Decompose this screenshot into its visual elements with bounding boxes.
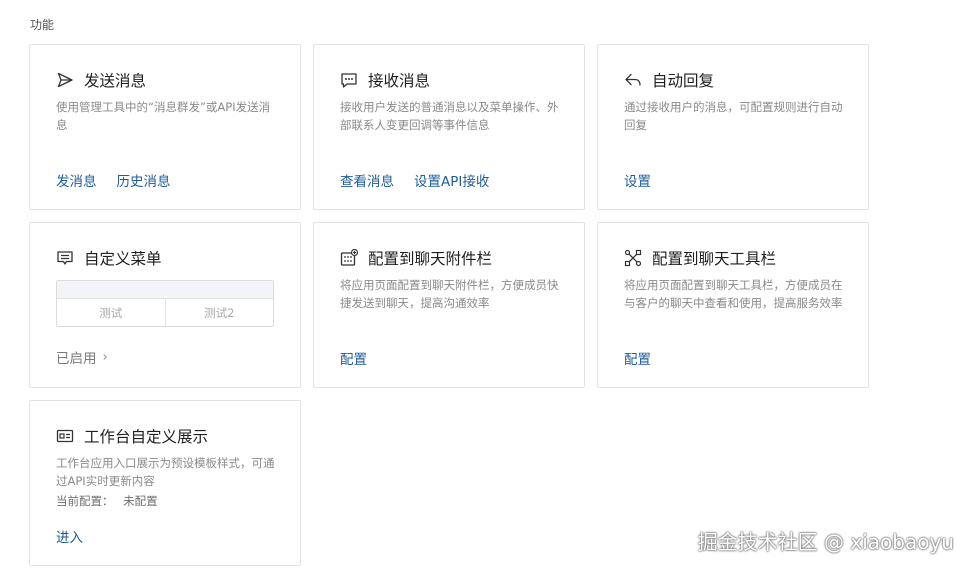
- card-header: 工作台自定义展示: [56, 425, 208, 447]
- card-title: 配置到聊天工具栏: [652, 250, 777, 268]
- card-actions: 发消息 历史消息: [56, 170, 171, 190]
- current-config-value: 未配置: [123, 494, 158, 508]
- send-message-link[interactable]: 发消息: [56, 170, 97, 190]
- menu-preview-header: [57, 281, 273, 299]
- app-features-page: 功能 发送消息 使用管理工具中的“消息群发”或API发送消息 发消息 历史消息 …: [0, 0, 972, 573]
- card-description: 将应用页面配置到聊天附件栏，方便成员快捷发送到聊天，提高沟通效率: [340, 278, 559, 310]
- card-description: 通过接收用户的消息，可配置规则进行自动回复: [624, 100, 843, 132]
- current-config-label: 当前配置：: [56, 494, 114, 508]
- watermark: 掘金技术社区 @ xiaobaoyu: [697, 530, 954, 554]
- view-messages-link[interactable]: 查看消息: [340, 170, 394, 190]
- id-card-icon: [56, 427, 74, 445]
- card-actions: 配置: [340, 348, 367, 368]
- card-description: 使用管理工具中的“消息群发”或API发送消息: [56, 100, 271, 132]
- card-description: 接收用户发送的普通消息以及菜单操作、外部联系人变更回调等事件信息: [340, 100, 559, 132]
- reply-icon: [624, 71, 642, 89]
- card-title: 配置到聊天附件栏: [368, 250, 493, 268]
- card-auto-reply: 自动回复 通过接收用户的消息，可配置规则进行自动回复 设置: [597, 44, 869, 210]
- send-icon: [56, 71, 74, 89]
- card-actions: 进入: [56, 526, 83, 546]
- menu-status-text: 已启用: [56, 351, 97, 367]
- setup-api-receive-link[interactable]: 设置API接收: [414, 170, 489, 190]
- menu-icon: [56, 249, 74, 267]
- menu-preview-item: 测试2: [164, 299, 274, 326]
- card-workbench-display: 工作台自定义展示 工作台应用入口展示为预设模板样式，可通过API实时更新内容 当…: [29, 400, 301, 566]
- card-header: 配置到聊天附件栏: [340, 247, 492, 269]
- card-title: 工作台自定义展示: [84, 428, 209, 446]
- message-history-link[interactable]: 历史消息: [117, 170, 171, 190]
- card-title: 接收消息: [368, 72, 431, 90]
- menu-status-link[interactable]: 已启用 ›: [56, 347, 108, 368]
- card-header: 接收消息: [340, 69, 430, 91]
- tools-icon: [624, 249, 642, 267]
- card-title: 发送消息: [84, 72, 147, 90]
- card-header: 配置到聊天工具栏: [624, 247, 776, 269]
- card-chat-toolbar: 配置到聊天工具栏 将应用页面配置到聊天工具栏，方便成员在与客户的聊天中查看和使用…: [597, 222, 869, 388]
- menu-preview: 测试 测试2: [56, 280, 274, 327]
- auto-reply-settings-link[interactable]: 设置: [624, 170, 651, 190]
- attachment-grid-icon: [340, 249, 358, 267]
- card-description: 将应用页面配置到聊天工具栏，方便成员在与客户的聊天中查看和使用，提高服务效率: [624, 278, 843, 310]
- card-actions: 配置: [624, 348, 651, 368]
- card-header: 自动回复: [624, 69, 714, 91]
- configure-toolbar-link[interactable]: 配置: [624, 348, 651, 368]
- menu-preview-items: 测试 测试2: [57, 299, 273, 326]
- card-header: 发送消息: [56, 69, 146, 91]
- card-chat-attachment-bar: 配置到聊天附件栏 将应用页面配置到聊天附件栏，方便成员快捷发送到聊天，提高沟通效…: [313, 222, 585, 388]
- card-receive-message: 接收消息 接收用户发送的普通消息以及菜单操作、外部联系人变更回调等事件信息 查看…: [313, 44, 585, 210]
- enter-workbench-link[interactable]: 进入: [56, 526, 83, 546]
- card-title: 自定义菜单: [84, 250, 162, 268]
- card-description: 工作台应用入口展示为预设模板样式，可通过API实时更新内容: [56, 456, 275, 488]
- card-actions: 设置: [624, 170, 651, 190]
- configure-attachment-bar-link[interactable]: 配置: [340, 348, 367, 368]
- chevron-right-icon: ›: [102, 349, 108, 365]
- card-custom-menu: 自定义菜单 测试 测试2 已启用 ›: [29, 222, 301, 388]
- current-config: 当前配置： 未配置: [56, 493, 158, 509]
- section-title: 功能: [30, 18, 55, 32]
- card-header: 自定义菜单: [56, 247, 162, 269]
- card-send-message: 发送消息 使用管理工具中的“消息群发”或API发送消息 发消息 历史消息: [29, 44, 301, 210]
- menu-preview-item: 测试: [99, 305, 123, 320]
- message-icon: [340, 71, 358, 89]
- card-title: 自动回复: [652, 72, 715, 90]
- card-actions: 查看消息 设置API接收: [340, 170, 489, 190]
